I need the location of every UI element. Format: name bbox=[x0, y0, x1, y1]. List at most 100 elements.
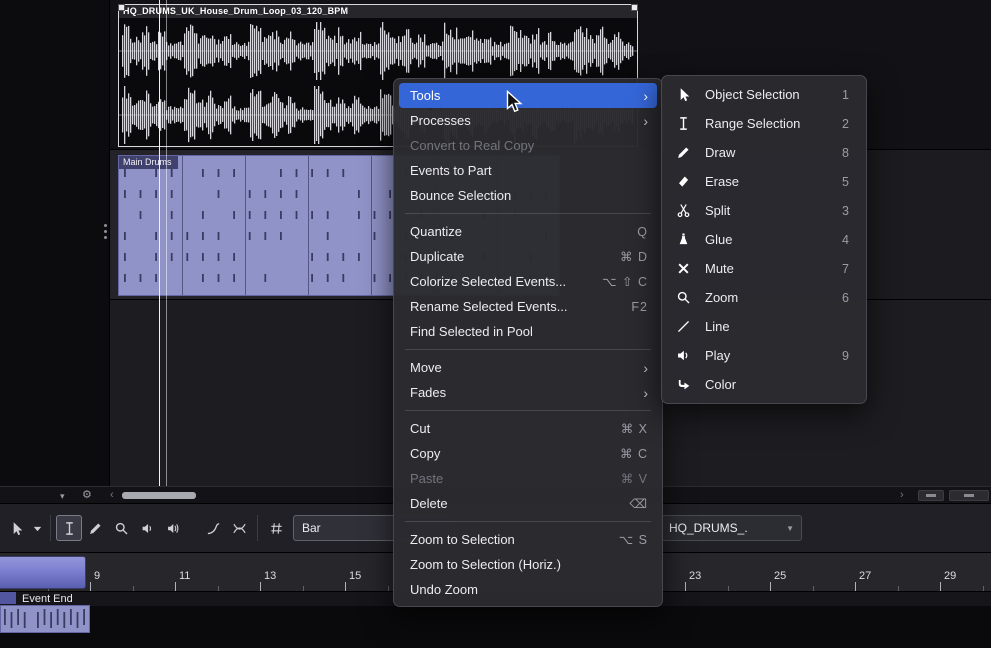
grid-type-value: Bar bbox=[302, 521, 321, 535]
dash-icon bbox=[964, 494, 974, 497]
zoom-tool-button[interactable] bbox=[108, 515, 134, 541]
tools-submenu-item-line[interactable]: Line bbox=[667, 312, 861, 341]
menu-item-delete[interactable]: Delete⌫ bbox=[399, 491, 657, 516]
menu-item-shortcut: ⌘ D bbox=[620, 249, 648, 264]
menu-item-processes[interactable]: Processes › bbox=[399, 108, 657, 133]
ruler-tick bbox=[983, 586, 984, 591]
ruler-tick bbox=[303, 586, 304, 591]
color-icon bbox=[676, 377, 696, 392]
ruler-bar-number: 27 bbox=[859, 570, 871, 582]
marker-part[interactable] bbox=[0, 556, 86, 589]
ruler-bar-number: 23 bbox=[689, 570, 701, 582]
range-selection-tool-button[interactable] bbox=[56, 515, 82, 541]
tools-submenu-item-shortcut: 6 bbox=[842, 291, 849, 305]
ruler-tick bbox=[133, 586, 134, 591]
menu-item-rename-selected-events[interactable]: Rename Selected Events...F2 bbox=[399, 294, 657, 319]
menu-item-duplicate[interactable]: Duplicate ⌘ D bbox=[399, 244, 657, 269]
panel-divider-handle[interactable] bbox=[104, 224, 107, 227]
ruler-tick-major bbox=[770, 582, 771, 591]
audition-button[interactable] bbox=[134, 515, 160, 541]
menu-item-cut[interactable]: Cut⌘ X bbox=[399, 416, 657, 441]
tools-submenu-item-erase[interactable]: Erase5 bbox=[667, 167, 861, 196]
crossfade-tool-button[interactable] bbox=[226, 515, 252, 541]
menu-separator bbox=[405, 349, 651, 350]
edit-cursor bbox=[166, 0, 167, 486]
menu-item-label: Duplicate bbox=[410, 249, 464, 264]
ruler-tick-major bbox=[90, 582, 91, 591]
tools-submenu-item-object-selection[interactable]: Object Selection1 bbox=[667, 80, 861, 109]
scroll-right-icon[interactable]: › bbox=[900, 488, 904, 503]
menu-item-copy[interactable]: Copy⌘ C bbox=[399, 441, 657, 466]
scrollbar-thumb[interactable] bbox=[122, 492, 196, 499]
menu-item-label: Quantize bbox=[410, 224, 462, 239]
snap-grid-button[interactable] bbox=[263, 515, 289, 541]
tools-submenu-item-play[interactable]: Play9 bbox=[667, 341, 861, 370]
menu-item-shortcut: ⌥ S bbox=[619, 532, 648, 547]
tools-submenu-item-shortcut: 1 bbox=[842, 88, 849, 102]
menu-item-label: Move bbox=[410, 360, 442, 375]
tool-dropdown-button[interactable] bbox=[29, 515, 45, 541]
chevron-down-icon[interactable]: ▾ bbox=[60, 489, 65, 504]
menu-item-zoom-to-selection[interactable]: Zoom to Selection ⌥ S bbox=[399, 527, 657, 552]
menu-item-move[interactable]: Move › bbox=[399, 355, 657, 380]
menu-item-label: Cut bbox=[410, 421, 430, 436]
menu-item-bounce-selection[interactable]: Bounce Selection bbox=[399, 183, 657, 208]
menu-item-quantize[interactable]: QuantizeQ bbox=[399, 219, 657, 244]
menu-item-events-to-part[interactable]: Events to Part bbox=[399, 158, 657, 183]
tools-submenu-item-mute[interactable]: Mute7 bbox=[667, 254, 861, 283]
scroll-left-icon[interactable]: ‹ bbox=[110, 488, 114, 503]
ruler-tick-major bbox=[940, 582, 941, 591]
menu-item-shortcut: ⌘ C bbox=[620, 446, 648, 461]
menu-item-tools[interactable]: Tools› bbox=[399, 83, 657, 108]
draw-tool-button[interactable] bbox=[82, 515, 108, 541]
zoom-out-control[interactable] bbox=[918, 490, 944, 501]
zoom-slider[interactable] bbox=[949, 490, 989, 501]
gear-icon[interactable]: ⚙ bbox=[82, 488, 92, 503]
tools-submenu-item-glue[interactable]: Glue4 bbox=[667, 225, 861, 254]
tools-submenu-item-color[interactable]: Color bbox=[667, 370, 861, 399]
object-selection-tool-button[interactable] bbox=[3, 515, 29, 541]
submenu-chevron-icon: › bbox=[643, 386, 648, 400]
menu-item-convert-to-real-copy: Convert to Real Copy bbox=[399, 133, 657, 158]
menu-item-zoom-to-selection-horiz[interactable]: Zoom to Selection (Horiz.) bbox=[399, 552, 657, 577]
tools-submenu-item-label: Color bbox=[705, 377, 849, 392]
ruler-tick-major bbox=[260, 582, 261, 591]
menu-item-shortcut: ⌫ bbox=[629, 496, 648, 511]
glue-icon bbox=[676, 232, 696, 247]
context-menu-items: Tools› Processes › Convert to Real Copy Even… bbox=[394, 83, 662, 602]
submenu-chevron-icon: › bbox=[643, 89, 648, 103]
audition-loop-button[interactable] bbox=[160, 515, 186, 541]
menu-item-find-selected-in-pool[interactable]: Find Selected in Pool bbox=[399, 319, 657, 344]
tools-submenu-item-label: Draw bbox=[705, 145, 842, 160]
menu-separator bbox=[405, 521, 651, 522]
menu-item-undo-zoom[interactable]: Undo Zoom bbox=[399, 577, 657, 602]
tools-submenu-item-split[interactable]: Split3 bbox=[667, 196, 861, 225]
menu-item-label: Events to Part bbox=[410, 163, 492, 178]
event-resize-handle[interactable] bbox=[631, 4, 638, 11]
drum-part-name: Main Drums bbox=[119, 156, 178, 169]
play-icon bbox=[676, 348, 696, 363]
menu-item-label: Zoom to Selection bbox=[410, 532, 515, 547]
menu-item-label: Zoom to Selection (Horiz.) bbox=[410, 557, 561, 572]
quantize-preset-combo[interactable]: HQ_DRUMS_. ▼ bbox=[660, 515, 802, 541]
context-menu: Tools› Processes › Convert to Real Copy Even… bbox=[393, 78, 663, 607]
menu-item-label: Undo Zoom bbox=[410, 582, 478, 597]
menu-item-colorize-selected-events[interactable]: Colorize Selected Events...⌥ ⇧ C bbox=[399, 269, 657, 294]
tools-submenu-item-range-selection[interactable]: Range Selection2 bbox=[667, 109, 861, 138]
fade-tool-button[interactable] bbox=[200, 515, 226, 541]
tools-submenu-item-draw[interactable]: Draw8 bbox=[667, 138, 861, 167]
submenu-chevron-icon: › bbox=[643, 114, 648, 128]
submenu-chevron-icon: › bbox=[643, 361, 648, 375]
menu-item-label: Processes bbox=[410, 113, 471, 128]
event-resize-handle[interactable] bbox=[118, 4, 125, 11]
tools-submenu-item-shortcut: 9 bbox=[842, 349, 849, 363]
menu-item-fades[interactable]: Fades› bbox=[399, 380, 657, 405]
ruler-tick-major bbox=[175, 582, 176, 591]
track-list-panel bbox=[0, 0, 110, 486]
drum-part-overview[interactable] bbox=[0, 605, 90, 633]
range-selection-icon bbox=[676, 116, 696, 131]
tools-submenu-item-shortcut: 8 bbox=[842, 146, 849, 160]
tools-submenu-item-zoom[interactable]: Zoom6 bbox=[667, 283, 861, 312]
object-selection-icon bbox=[676, 87, 696, 102]
toolbar-separator bbox=[257, 515, 258, 541]
